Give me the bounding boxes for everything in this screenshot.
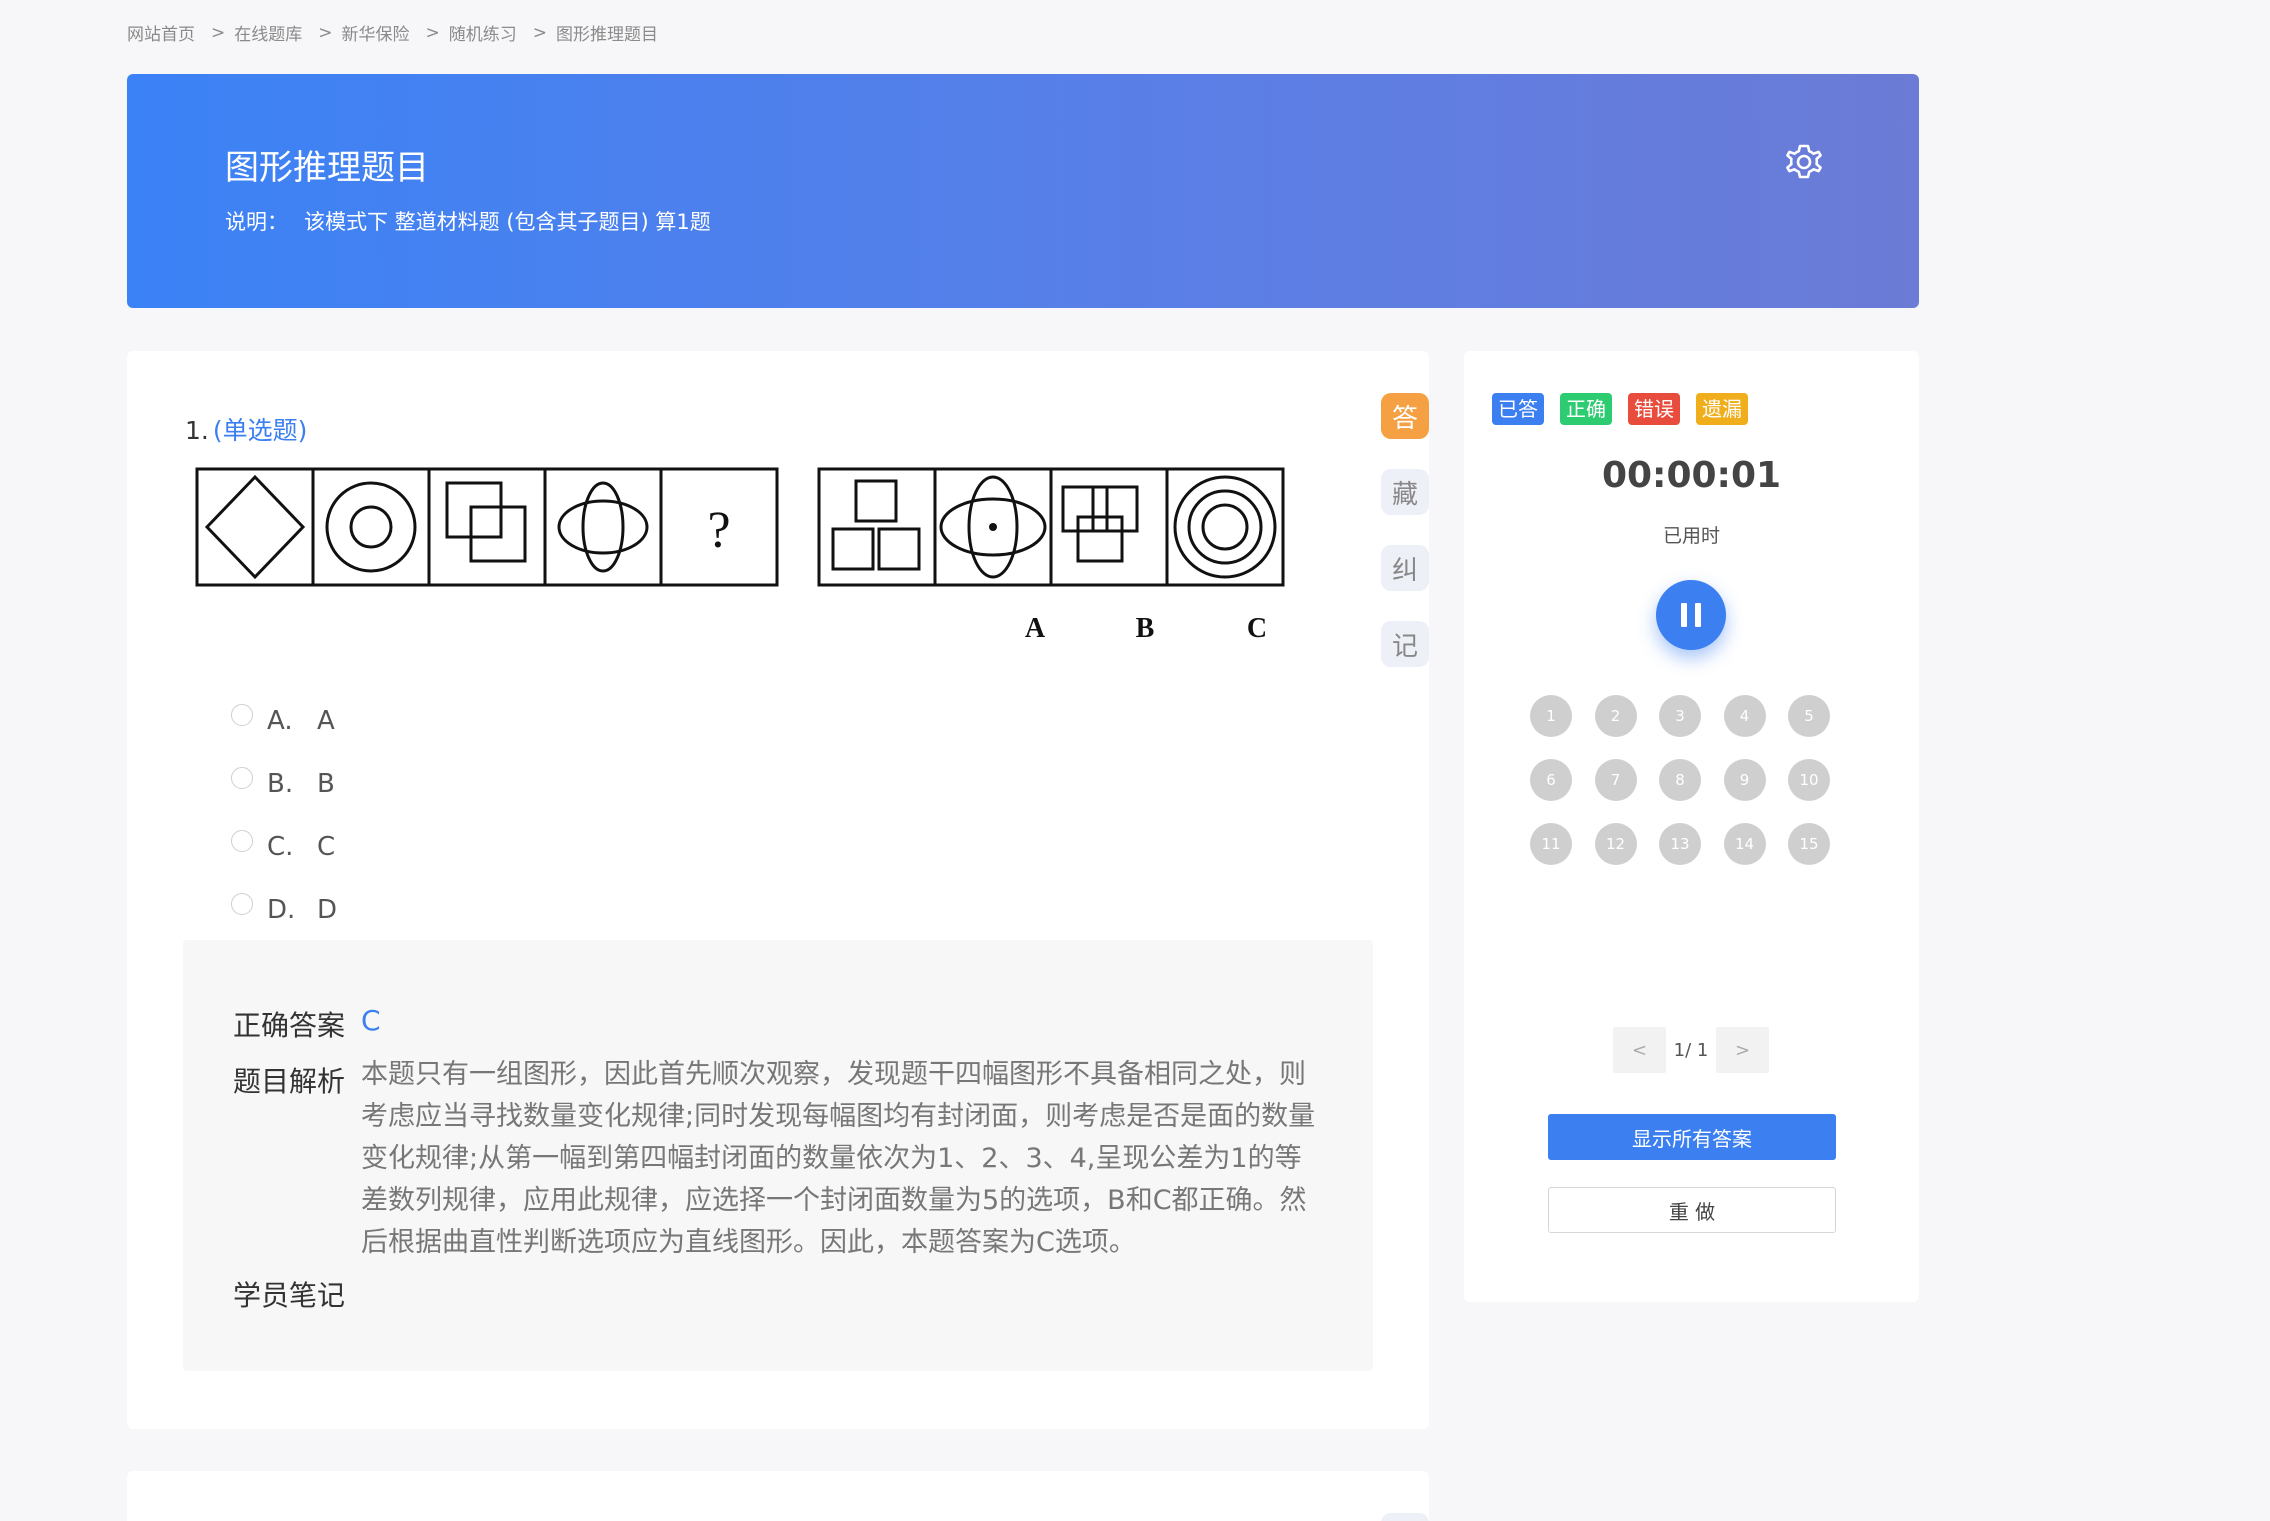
figure-label-b: B — [1136, 613, 1155, 644]
analysis-label: 题目解析 — [233, 1065, 346, 1098]
pause-button[interactable] — [1656, 580, 1726, 650]
question-card: 1. (单选题) ? A B C A. A B. B C. C D. D 答 藏… — [127, 351, 1429, 1429]
badge-answered: 已答 — [1492, 393, 1544, 425]
radio-button[interactable] — [231, 892, 253, 915]
question-nav-item[interactable]: 4 — [1723, 695, 1766, 737]
status-legend: 已答 正确 错误 遗漏 — [1492, 393, 1764, 425]
radio-button[interactable] — [231, 703, 253, 726]
question-number-grid: 1 2 3 4 5 6 7 8 9 10 11 12 13 14 15 — [1530, 695, 1860, 865]
question-number: 1. — [185, 416, 209, 445]
badge-correct: 正确 — [1560, 393, 1612, 425]
next-question-card — [127, 1471, 1429, 1521]
breadcrumb-xinhua[interactable]: 新华保险 — [342, 20, 410, 45]
answer-sheet-panel: 已答 正确 错误 遗漏 00:00:01 已用时 1 2 3 4 5 6 7 8… — [1464, 351, 1919, 1302]
badge-missed: 遗漏 — [1696, 393, 1748, 425]
tab-favorite[interactable]: 藏 — [1381, 469, 1429, 515]
badge-wrong: 错误 — [1628, 393, 1680, 425]
question-nav-item[interactable]: 14 — [1723, 823, 1766, 865]
question-nav-item[interactable]: 15 — [1788, 823, 1830, 865]
question-nav-item[interactable]: 11 — [1530, 823, 1572, 865]
option-text: C — [317, 831, 336, 862]
option-letter: C. — [267, 831, 294, 862]
show-all-answers-button[interactable]: 显示所有答案 — [1548, 1114, 1836, 1160]
pause-icon — [1681, 603, 1687, 627]
question-nav-item[interactable]: 8 — [1659, 759, 1701, 801]
question-nav-item[interactable]: 2 — [1594, 695, 1637, 737]
breadcrumb-separator: > — [532, 22, 547, 43]
correct-answer-value: C — [361, 1004, 381, 1037]
analysis-row: 题目解析 本题只有一组图形，因此首先顺次观察，发现题干四幅图形不具备相同之处，则… — [233, 1059, 1321, 1264]
page-indicator: 1/ 1 — [1673, 1039, 1709, 1061]
options-list: A. A B. B C. C D. D — [231, 689, 337, 941]
breadcrumb-question-bank[interactable]: 在线题库 — [234, 20, 302, 45]
tab-answer[interactable]: 答 — [1381, 393, 1429, 439]
student-notes-row: 学员笔记 — [233, 1274, 361, 1314]
breadcrumb-home[interactable]: 网站首页 — [127, 20, 195, 45]
breadcrumb-separator: > — [318, 22, 333, 43]
breadcrumb-current: 图形推理题目 — [556, 25, 658, 45]
pause-icon — [1695, 603, 1701, 627]
gear-icon[interactable] — [1780, 138, 1828, 186]
page-title: 图形推理题目 — [225, 148, 429, 188]
student-notes-label: 学员笔记 — [233, 1279, 346, 1312]
question-header: 1. (单选题) — [185, 411, 307, 447]
analysis-text: 本题只有一组图形，因此首先顺次观察，发现题干四幅图形不具备相同之处，则考虑应当寻… — [361, 1059, 1316, 1258]
side-tabs: 答 藏 纠 记 — [1381, 393, 1429, 697]
option-a[interactable]: A. A — [231, 689, 337, 752]
question-nav-item[interactable]: 13 — [1659, 823, 1701, 865]
question-type: (单选题) — [212, 416, 308, 445]
question-nav-item[interactable]: 9 — [1723, 759, 1766, 801]
next-page-button[interactable]: > — [1716, 1027, 1769, 1073]
question-nav-item[interactable]: 6 — [1530, 759, 1572, 801]
question-nav-item[interactable]: 1 — [1530, 695, 1572, 737]
redo-button[interactable]: 重 做 — [1548, 1187, 1836, 1233]
option-text: D — [317, 894, 338, 925]
question-nav-item[interactable]: 3 — [1659, 695, 1701, 737]
option-b[interactable]: B. B — [231, 752, 337, 815]
question-nav-item[interactable]: 5 — [1788, 695, 1830, 737]
radio-button[interactable] — [231, 766, 253, 789]
figure-question-mark: ? — [707, 502, 730, 559]
tab-notes[interactable]: 记 — [1381, 621, 1429, 667]
figure-label-c: C — [1247, 613, 1267, 644]
question-figure: ? A B C D — [195, 467, 1285, 644]
pagination: < 1/ 1 > — [1613, 1027, 1769, 1073]
option-letter: B. — [267, 768, 294, 799]
breadcrumb-separator: > — [211, 22, 226, 43]
prev-page-button[interactable]: < — [1613, 1027, 1666, 1073]
page-banner: 图形推理题目 说明： 该模式下 整道材料题 (包含其子题目) 算1题 — [127, 74, 1919, 308]
question-nav-item[interactable]: 12 — [1594, 823, 1637, 865]
description-text: 该模式下 整道材料题 (包含其子题目) 算1题 — [304, 210, 711, 234]
page-description: 说明： 该模式下 整道材料题 (包含其子题目) 算1题 — [225, 206, 711, 236]
timer-display: 00:00:01 — [1601, 455, 1782, 496]
option-d[interactable]: D. D — [231, 878, 337, 941]
question-nav-item[interactable]: 10 — [1788, 759, 1830, 801]
breadcrumb-random-practice[interactable]: 随机练习 — [449, 20, 517, 45]
option-letter: A. — [267, 705, 293, 736]
breadcrumb-separator: > — [425, 22, 440, 43]
correct-answer-row: 正确答案 C — [233, 1004, 381, 1044]
description-label: 说明： — [225, 210, 288, 234]
correct-answer-label: 正确答案 — [233, 1009, 346, 1042]
answer-panel: 正确答案 C 题目解析 本题只有一组图形，因此首先顺次观察，发现题干四幅图形不具备… — [183, 940, 1373, 1371]
option-c[interactable]: C. C — [231, 815, 337, 878]
option-letter: D. — [267, 894, 296, 925]
radio-button[interactable] — [231, 829, 253, 852]
breadcrumb: 网站首页 > 在线题库 > 新华保险 > 随机练习 > 图形推理题目 — [127, 20, 658, 46]
question-nav-item[interactable]: 7 — [1594, 759, 1637, 801]
figure-label-a: A — [1025, 613, 1046, 644]
side-tab-stub[interactable] — [1381, 1513, 1429, 1521]
option-text: A — [317, 705, 335, 736]
option-text: B — [317, 768, 335, 799]
timer-label: 已用时 — [1662, 525, 1720, 547]
tab-correction[interactable]: 纠 — [1381, 545, 1429, 591]
